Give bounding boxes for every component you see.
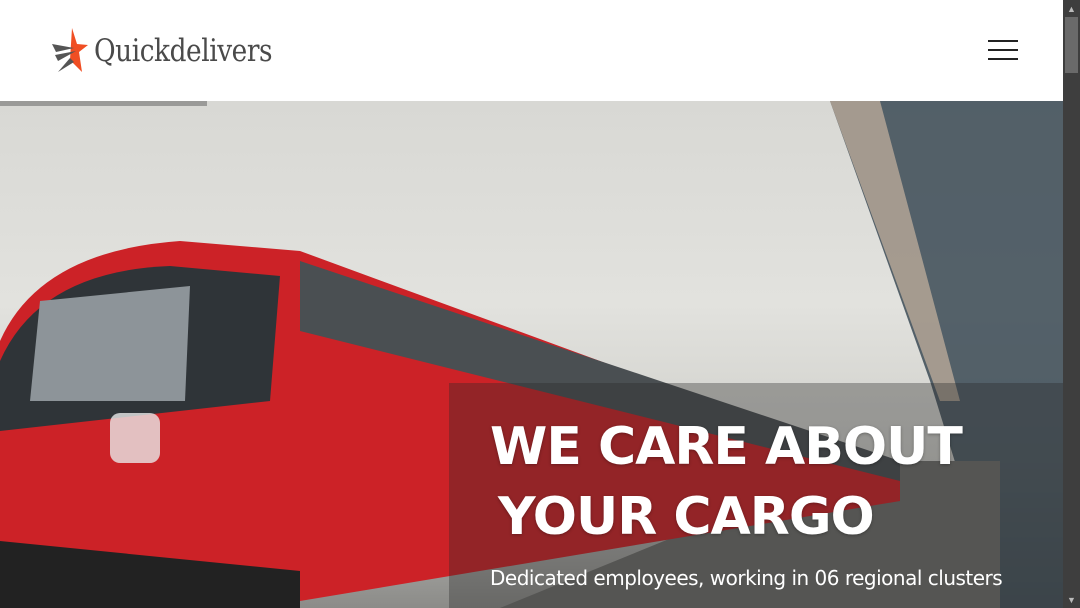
site-header: Quickdelivers — [0, 0, 1063, 101]
vertical-scrollbar[interactable]: ▲ ▼ — [1063, 0, 1080, 608]
hero-title-line-2: YOUR CARGO — [498, 487, 875, 547]
slider-progress-bar — [0, 101, 207, 106]
hero-title-line-1: WE CARE ABOUT — [490, 417, 963, 477]
hero-title: WE CARE ABOUT YOUR CARGO — [490, 412, 1050, 552]
logo-text: Quickdelivers — [94, 33, 273, 69]
menu-button[interactable] — [988, 40, 1018, 64]
hamburger-icon — [988, 40, 1018, 60]
logo[interactable]: Quickdelivers — [52, 28, 304, 74]
scroll-up-arrow-icon[interactable]: ▲ — [1063, 0, 1080, 16]
scroll-thumb[interactable] — [1065, 17, 1078, 73]
hero-subtitle: Dedicated employees, working in 06 regio… — [490, 566, 1003, 590]
scroll-down-arrow-icon[interactable]: ▼ — [1063, 592, 1080, 608]
star-logo-icon — [52, 28, 88, 72]
